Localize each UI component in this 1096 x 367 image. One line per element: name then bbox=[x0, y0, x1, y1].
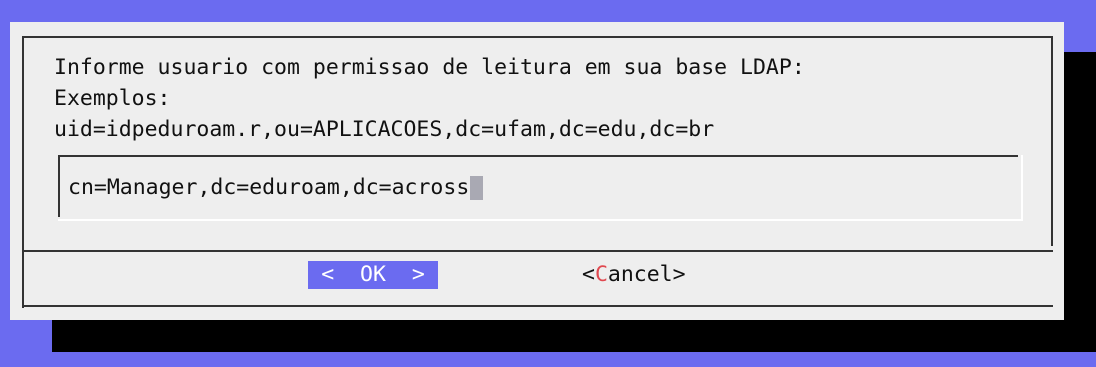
dialog-frame-left bbox=[22, 36, 24, 308]
prompt-line-3: uid=idpeduroam.r,ou=APLICACOES,dc=ufam,d… bbox=[54, 117, 715, 142]
ldap-user-input[interactable]: cn=Manager,dc=eduroam,dc=across bbox=[68, 172, 484, 203]
cancel-label-rest: ancel> bbox=[607, 262, 686, 287]
input-frame-left bbox=[58, 155, 60, 217]
input-frame-top bbox=[58, 155, 1018, 157]
prompt-line-1: Informe usuario com permissao de leitura… bbox=[54, 55, 805, 80]
text-cursor bbox=[470, 175, 484, 200]
prompt-text: Informe usuario com permissao de leitura… bbox=[54, 52, 805, 145]
input-value-text: cn=Manager,dc=eduroam,dc=across bbox=[68, 175, 470, 200]
button-separator bbox=[24, 250, 1053, 252]
dialog-frame-top bbox=[24, 36, 1053, 38]
dialog-frame-right bbox=[1051, 36, 1053, 246]
cancel-button[interactable]: <Cancel> bbox=[582, 261, 686, 289]
prompt-line-2: Exemplos: bbox=[54, 86, 171, 111]
cancel-bracket-open: < bbox=[582, 262, 595, 287]
dialog-frame-bottom bbox=[24, 305, 1053, 307]
ok-button[interactable]: < OK > bbox=[308, 261, 438, 289]
cancel-hotkey: C bbox=[594, 262, 608, 287]
